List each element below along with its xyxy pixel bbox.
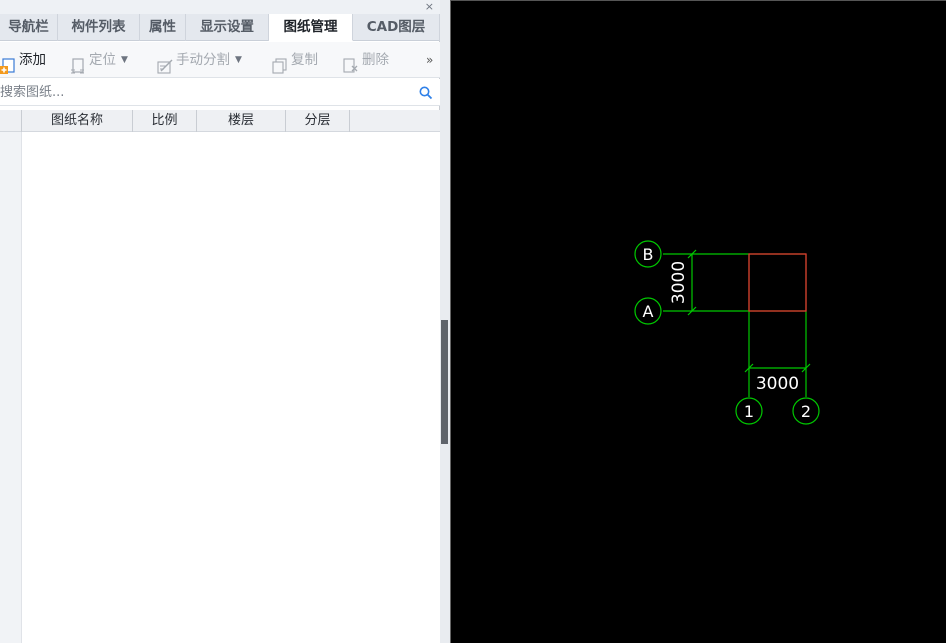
axis-bubble-2[interactable]: 2 [792, 397, 820, 425]
search-icon[interactable] [419, 85, 433, 100]
vertical-dimension-label: 3000 [669, 261, 689, 304]
drawing-list[interactable] [0, 132, 440, 643]
tab-drawing-management[interactable]: 图纸管理 [269, 14, 353, 41]
tab-display-settings[interactable]: 显示设置 [186, 14, 269, 41]
split-dropdown-icon[interactable]: ▼ [235, 42, 242, 78]
axis-label-a: A [643, 302, 654, 321]
axis-bubble-1[interactable]: 1 [735, 397, 763, 425]
manual-split-label: 手动分割 [176, 52, 230, 68]
locate-dropdown-icon[interactable]: ▼ [121, 42, 128, 78]
row-header-corner [0, 110, 22, 132]
column-header-floor[interactable]: 楼层 [197, 110, 286, 132]
drawing-toolbar: 添加 定位 ▼ 手动分割 ▼ 复制 删除 » [0, 42, 440, 78]
manual-split-icon [157, 52, 173, 74]
tab-navigation[interactable]: 导航栏 [0, 14, 58, 41]
horizontal-dimension-label: 3000 [756, 374, 799, 394]
copy-label: 复制 [291, 52, 318, 68]
search-input[interactable] [0, 79, 410, 106]
drawing-management-panel: × 导航栏 构件列表 属性 显示设置 图纸管理 CAD图层 添加 定位 ▼ 手动… [0, 0, 440, 643]
tab-cad-layers[interactable]: CAD图层 [353, 14, 440, 41]
panel-tabs: 导航栏 构件列表 属性 显示设置 图纸管理 CAD图层 [0, 14, 440, 41]
splitter-handle[interactable] [441, 320, 448, 444]
column-header-scale[interactable]: 比例 [133, 110, 197, 132]
delete-icon [343, 52, 359, 73]
delete-label: 删除 [362, 52, 389, 68]
copy-icon [272, 52, 288, 74]
axis-bubble-b[interactable]: B [634, 240, 662, 268]
add-drawing-icon [0, 52, 16, 74]
axis-label-2: 2 [801, 402, 811, 421]
column-header-name[interactable]: 图纸名称 [22, 110, 133, 132]
row-number-gutter [0, 132, 22, 643]
search-bar [0, 79, 440, 106]
cad-drawing-canvas[interactable]: B A 1 2 3000 3000 [450, 0, 946, 643]
add-drawing-label: 添加 [19, 52, 46, 68]
locate-icon [70, 52, 86, 74]
column-header-layer[interactable]: 分层 [286, 110, 350, 132]
tab-properties[interactable]: 属性 [140, 14, 186, 41]
toolbar-more-button[interactable]: » [426, 42, 433, 78]
locate-label: 定位 [89, 52, 116, 68]
selected-cell-outline[interactable] [748, 253, 807, 312]
delete-button[interactable]: 删除 [343, 42, 389, 78]
axis-label-b: B [643, 245, 654, 264]
copy-button[interactable]: 复制 [272, 42, 318, 78]
cad-drawing: B A 1 2 3000 3000 [634, 240, 820, 425]
axis-bubble-a[interactable]: A [634, 297, 662, 325]
locate-button[interactable]: 定位 ▼ [70, 42, 128, 78]
panel-titlebar: × [0, 0, 440, 14]
tab-component-list[interactable]: 构件列表 [58, 14, 140, 41]
axis-label-1: 1 [744, 402, 754, 421]
drawing-table-header: 图纸名称 比例 楼层 分层 [0, 110, 440, 132]
manual-split-button[interactable]: 手动分割 ▼ [157, 42, 242, 78]
close-panel-button[interactable]: × [425, 0, 434, 13]
app-root: × 导航栏 构件列表 属性 显示设置 图纸管理 CAD图层 添加 定位 ▼ 手动… [0, 0, 946, 643]
add-drawing-button[interactable]: 添加 [0, 42, 46, 78]
